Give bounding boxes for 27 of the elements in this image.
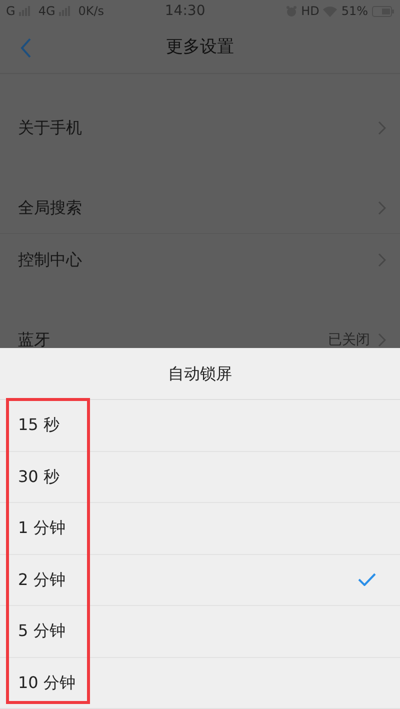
row-value: 已关闭 — [328, 330, 370, 350]
option-label: 30 秒 — [18, 466, 60, 488]
option-label: 2 分钟 — [18, 568, 66, 591]
option-label: 1 分钟 — [18, 517, 66, 540]
row-label: 全局搜索 — [18, 196, 83, 218]
back-icon[interactable] — [20, 38, 32, 58]
option-label: 5 分钟 — [18, 620, 66, 642]
network-label: G — [6, 3, 16, 20]
row-label: 关于手机 — [18, 117, 83, 139]
chevron-right-icon — [378, 333, 386, 347]
page-title: 更多设置 — [166, 36, 234, 59]
hd-label: HD — [301, 3, 320, 20]
option-row[interactable]: 15 秒 — [0, 400, 400, 452]
network-speed: 0K/s — [78, 3, 104, 20]
option-row[interactable]: 5 分钟 — [0, 606, 400, 658]
option-label: 15 秒 — [18, 414, 60, 436]
option-row[interactable]: 2 分钟 — [0, 554, 400, 606]
sheet-title: 自动锁屏 — [0, 348, 400, 400]
option-row[interactable]: 30 秒 — [0, 452, 400, 503]
network-label: 4G — [38, 3, 56, 20]
option-label: 10 分钟 — [18, 672, 76, 694]
battery-percent: 51% — [341, 3, 368, 20]
status-time: 14:30 — [164, 2, 206, 20]
option-row[interactable]: 1 分钟 — [0, 503, 400, 554]
row-label: 蓝牙 — [18, 329, 51, 351]
option-row[interactable]: 10 分钟 — [0, 658, 400, 709]
row-label: 控制中心 — [18, 249, 83, 271]
